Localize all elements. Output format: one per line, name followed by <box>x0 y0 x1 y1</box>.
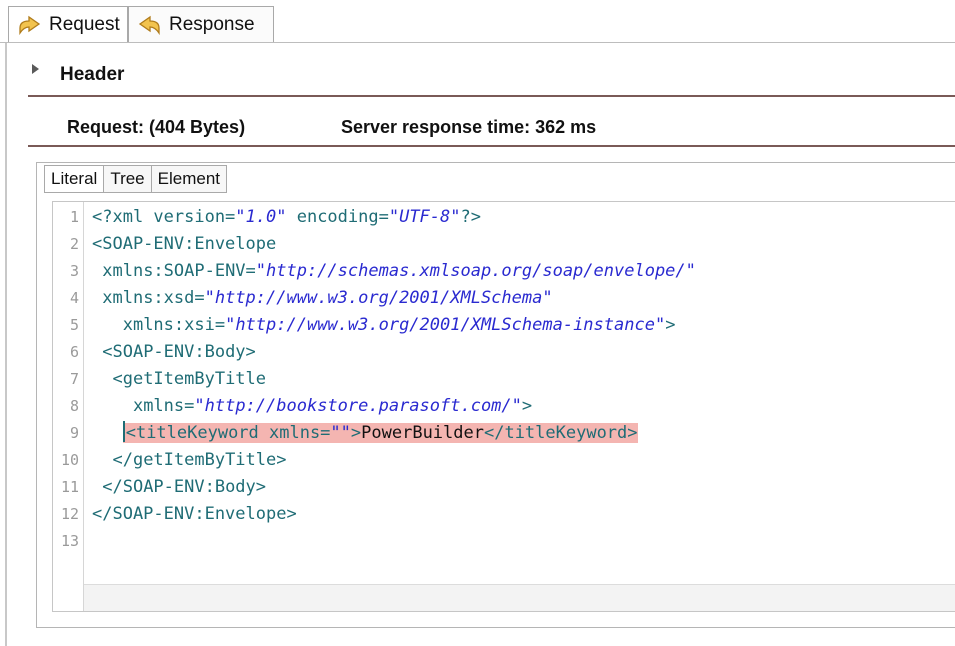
code-text: <getItemByTitle <box>92 366 266 393</box>
request-size-label: Request: (404 Bytes) <box>67 117 246 137</box>
code-text: </getItemByTitle> <box>92 447 286 474</box>
server-response-time-label: Server response time: 362 ms <box>341 117 597 137</box>
line-number: 6 <box>69 343 79 361</box>
header-section-title[interactable]: Header <box>60 64 124 86</box>
code-text: <SOAP-ENV:Body> <box>92 339 256 366</box>
code-line[interactable]: 3 xmlns:SOAP-ENV="http://schemas.xmlsoap… <box>53 258 955 285</box>
error-highlight: <titleKeyword xmlns="">PowerBuilder</tit… <box>122 421 638 443</box>
code-text: <?xml version="1.0" encoding="UTF-8"?> <box>92 204 481 231</box>
xml-markup: <titleKeyword xmlns= <box>125 423 331 443</box>
code-text: <titleKeyword xmlns="">PowerBuilder</tit… <box>92 420 638 447</box>
line-number: 5 <box>69 316 79 334</box>
code-text: xmlns:SOAP-ENV="http://schemas.xmlsoap.o… <box>92 258 696 285</box>
xml-markup: ?> <box>460 207 481 227</box>
line-number: 7 <box>69 370 79 388</box>
line-number: 8 <box>69 397 79 415</box>
attribute-value: "1.0" <box>235 207 287 227</box>
code-line[interactable]: 10 </getItemByTitle> <box>53 447 955 474</box>
line-number: 9 <box>69 424 79 442</box>
tab-request-label: Request <box>49 14 120 35</box>
code-line[interactable]: 4 xmlns:xsd="http://www.w3.org/2001/XMLS… <box>53 285 955 312</box>
code-line[interactable]: 12 </SOAP-ENV:Envelope> <box>53 501 955 528</box>
line-number: 13 <box>60 532 79 550</box>
code-line[interactable]: 11 </SOAP-ENV:Body> <box>53 474 955 501</box>
xml-editor[interactable]: 1 <?xml version="1.0" encoding="UTF-8"?> 2… <box>52 201 955 612</box>
line-number: 4 <box>69 289 79 307</box>
info-separator <box>28 145 955 147</box>
xml-markup: </titleKeyword> <box>483 423 638 443</box>
tab-element[interactable]: Element <box>151 165 228 193</box>
tab-response[interactable]: Response <box>128 6 274 42</box>
code-line[interactable]: 5 xmlns:xsi="http://www.w3.org/2001/XMLS… <box>53 312 955 339</box>
xml-markup: > <box>350 423 362 443</box>
code-text: xmlns:xsi="http://www.w3.org/2001/XMLSch… <box>92 312 676 339</box>
xml-markup: xmlns= <box>132 396 195 416</box>
attribute-value: "http://bookstore.parasoft.com/" <box>194 396 522 416</box>
code-line[interactable]: 7 <getItemByTitle <box>53 366 955 393</box>
attribute-value: "UTF-8" <box>388 207 461 227</box>
text-caret <box>122 421 125 442</box>
view-mode-tabs: Literal Tree Element <box>44 165 228 193</box>
xml-markup: encoding= <box>286 207 389 227</box>
tab-bar-divider <box>0 42 955 43</box>
xml-markup: <SOAP-ENV:Body> <box>102 342 256 362</box>
request-arrow-icon <box>17 12 43 38</box>
expand-triangle-icon[interactable] <box>32 64 39 74</box>
code-text: <SOAP-ENV:Envelope <box>92 231 276 258</box>
code-line[interactable]: 8 xmlns="http://bookstore.parasoft.com/"… <box>53 393 955 420</box>
xml-markup: xmlns:xsd= <box>102 288 205 308</box>
xml-markup: xmlns:SOAP-ENV= <box>102 261 256 281</box>
xml-markup: <getItemByTitle <box>112 369 267 389</box>
attribute-value: "http://schemas.xmlsoap.org/soap/envelop… <box>255 261 696 281</box>
xml-markup: </getItemByTitle> <box>112 450 287 470</box>
horizontal-scrollbar[interactable] <box>84 584 955 611</box>
xml-markup: </SOAP-ENV:Body> <box>102 477 267 497</box>
line-number: 3 <box>69 262 79 280</box>
tab-request[interactable]: Request <box>8 6 128 43</box>
tab-response-label: Response <box>169 13 255 35</box>
line-number: 12 <box>60 505 79 523</box>
xml-markup: xmlns:xsi= <box>122 315 226 335</box>
xml-markup: <SOAP-ENV:Envelope <box>92 234 277 254</box>
code-line[interactable]: 13 <box>53 528 955 555</box>
code-line[interactable]: 1 <?xml version="1.0" encoding="UTF-8"?> <box>53 204 955 231</box>
line-number: 1 <box>69 208 79 226</box>
code-text: </SOAP-ENV:Body> <box>92 474 266 501</box>
code-text: xmlns:xsd="http://www.w3.org/2001/XMLSch… <box>92 285 553 312</box>
code-text: </SOAP-ENV:Envelope> <box>92 501 297 528</box>
element-text: PowerBuilder <box>361 423 484 443</box>
attribute-value: "http://www.w3.org/2001/XMLSchema-instan… <box>225 315 666 335</box>
attribute-value: "http://www.w3.org/2001/XMLSchema" <box>204 288 553 308</box>
code-line[interactable]: 2 <SOAP-ENV:Envelope <box>53 231 955 258</box>
xml-markup: </SOAP-ENV:Envelope> <box>92 504 297 524</box>
tab-literal[interactable]: Literal <box>44 165 105 193</box>
code-line[interactable]: 6 <SOAP-ENV:Body> <box>53 339 955 366</box>
code-line[interactable]: 9 <titleKeyword xmlns="">PowerBuilder</t… <box>53 420 955 447</box>
response-arrow-icon <box>137 12 163 38</box>
code-text: xmlns="http://bookstore.parasoft.com/"> <box>92 393 532 420</box>
tab-tree[interactable]: Tree <box>104 165 152 193</box>
xml-markup: <?xml version= <box>92 207 236 227</box>
line-number: 11 <box>60 478 79 496</box>
line-number: 2 <box>69 235 79 253</box>
attribute-value: "" <box>330 423 351 443</box>
xml-markup: > <box>665 315 676 335</box>
line-number: 10 <box>60 451 79 469</box>
panel-left-border <box>5 43 7 646</box>
xml-markup: > <box>521 396 533 416</box>
editor-tab-bar: Request Response <box>0 6 955 44</box>
header-separator <box>28 95 955 97</box>
